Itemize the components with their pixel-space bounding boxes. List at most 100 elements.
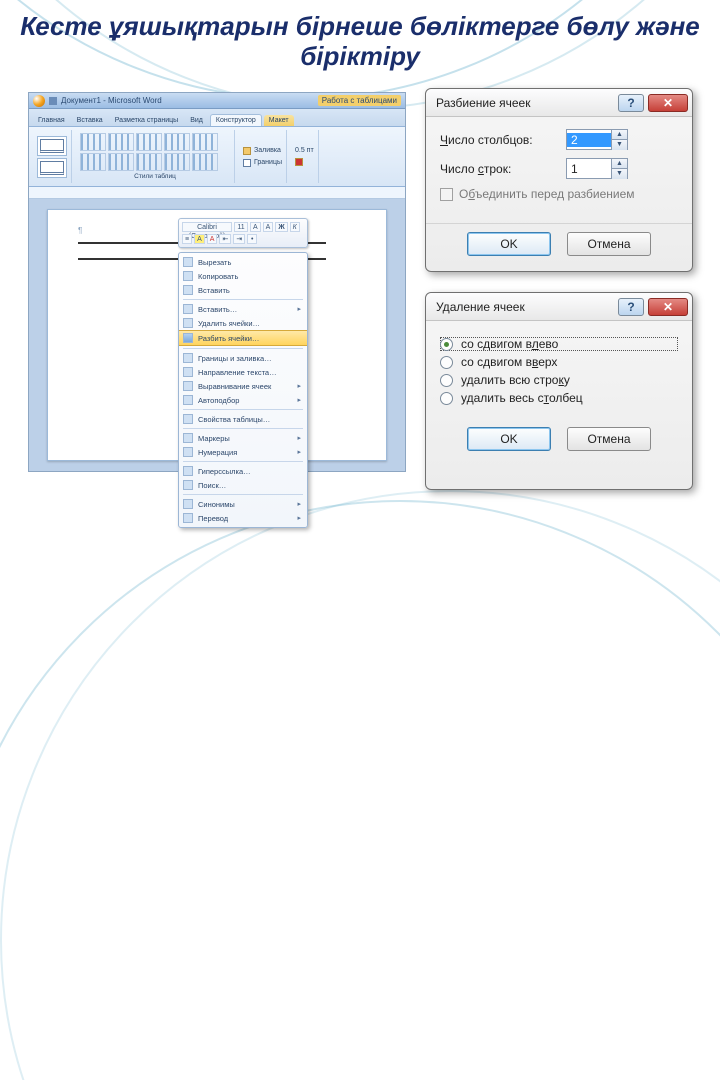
radio-icon[interactable] [440,338,453,351]
menu-cut[interactable]: Вырезать [179,255,307,269]
ribbon-group-table-styles: Стили таблиц [76,130,235,183]
num-columns-value[interactable]: 2 [567,133,611,147]
menu-synonyms[interactable]: Синонимы▸ [179,497,307,511]
mini-fontcolor-icon[interactable]: A [207,234,218,244]
radio-label: со сдвигом влево [461,337,558,351]
menu-table-properties[interactable]: Свойства таблицы… [179,412,307,426]
table-style-option[interactable] [37,158,67,178]
spin-up-icon[interactable]: ▲ [612,130,627,140]
field-num-rows: Число строк: 1 ▲▼ [440,158,678,179]
radio-shift-up[interactable]: со сдвигом вверх [440,355,678,369]
menu-split-cells[interactable]: Разбить ячейки… [179,330,307,346]
tab-view[interactable]: Вид [185,115,208,126]
radio-icon[interactable] [440,374,453,387]
mini-font-name[interactable]: Calibri (Основной) [182,222,232,232]
menu-autofit[interactable]: Автоподбор▸ [179,393,307,407]
borders-icon [183,353,193,363]
mini-italic-icon[interactable]: К [290,222,300,232]
tab-page-layout[interactable]: Разметка страницы [110,115,184,126]
mini-shrink-icon[interactable]: A [263,222,274,232]
ribbon-group-label: Стили таблиц [80,173,230,180]
mini-grow-icon[interactable]: A [250,222,261,232]
mini-indent-inc-icon[interactable]: ⇥ [233,234,245,244]
search-icon [183,480,193,490]
num-rows-spinner[interactable]: 1 ▲▼ [566,158,628,179]
word-titlebar: Документ1 - Microsoft Word Работа с табл… [29,93,405,109]
menu-insert[interactable]: Вставить…▸ [179,302,307,316]
synonyms-icon [183,499,193,509]
field-num-columns: Число столбцов: 2 ▲▼ [440,129,678,150]
num-rows-value[interactable]: 1 [567,162,611,176]
menu-borders-shading[interactable]: Границы и заливка… [179,351,307,365]
radio-delete-row[interactable]: удалить всю строку [440,373,678,387]
mini-align-icon[interactable]: ≡ [182,234,192,244]
menu-cell-alignment[interactable]: Выравнивание ячеек▸ [179,379,307,393]
split-cells-icon [183,333,193,343]
menu-hyperlink[interactable]: Гиперссылка… [179,464,307,478]
translate-icon [183,513,193,523]
ribbon-group-shading-borders: Заливка Границы [239,130,287,183]
menu-paste[interactable]: Вставить [179,283,307,297]
table-styles-gallery[interactable] [80,133,230,171]
num-columns-label: Число столбцов: [440,133,558,147]
radio-icon[interactable] [440,392,453,405]
properties-icon [183,414,193,424]
ok-button[interactable]: OK [467,232,551,256]
close-button[interactable]: ✕ [648,94,688,112]
menu-lookup[interactable]: Поиск… [179,478,307,492]
copy-icon [183,271,193,281]
cancel-button[interactable]: Отмена [567,427,651,451]
mini-bold-icon[interactable]: Ж [275,222,287,232]
text-direction-icon [183,367,193,377]
radio-delete-column[interactable]: удалить весь столбец [440,391,678,405]
menu-delete-cells[interactable]: Удалить ячейки… [179,316,307,330]
menu-copy[interactable]: Копировать [179,269,307,283]
paragraph-mark-icon: ¶ [78,226,82,235]
table-style-option[interactable] [37,136,67,156]
mini-font-size[interactable]: 11 [234,222,248,232]
tab-layout[interactable]: Макет [264,115,294,126]
menu-numbering[interactable]: Нумерация▸ [179,445,307,459]
page[interactable]: ¶ Calibri (Основной) 11 A A Ж К ≡ A A ⇤ … [47,209,387,461]
menu-translate[interactable]: Перевод▸ [179,511,307,525]
pen-width[interactable]: 0.5 пт [295,146,314,155]
context-menu: Вырезать Копировать Вставить Вставить…▸ … [178,252,308,528]
delete-cells-dialog: Удаление ячеек ? ✕ со сдвигом влево со с… [425,292,693,490]
radio-icon[interactable] [440,356,453,369]
dialog-titlebar[interactable]: Разбиение ячеек ? ✕ [426,89,692,117]
tab-insert[interactable]: Вставка [72,115,108,126]
radio-shift-left[interactable]: со сдвигом влево [440,337,678,351]
autofit-icon [183,395,193,405]
mini-highlight-icon[interactable]: A [194,234,205,244]
help-button[interactable]: ? [618,298,644,316]
cancel-button[interactable]: Отмена [567,232,651,256]
office-orb-icon[interactable] [33,95,45,107]
quick-access-toolbar[interactable] [49,97,57,105]
shading-button[interactable]: Заливка [243,146,282,156]
numbering-icon [183,447,193,457]
close-button[interactable]: ✕ [648,298,688,316]
mini-bullets-icon[interactable]: • [247,234,257,244]
word-window: Документ1 - Microsoft Word Работа с табл… [28,92,406,472]
checkbox-icon[interactable] [440,188,453,201]
num-columns-spinner[interactable]: 2 ▲▼ [566,129,628,150]
horizontal-ruler[interactable] [29,187,405,199]
radio-label: удалить всю строку [461,373,570,387]
dialog-title: Удаление ячеек [436,300,614,314]
ok-button[interactable]: OK [467,427,551,451]
pen-color[interactable] [295,157,314,167]
spin-up-icon[interactable]: ▲ [612,159,627,169]
borders-button[interactable]: Границы [243,158,282,168]
ribbon-tabs: Главная Вставка Разметка страницы Вид Ко… [29,109,405,127]
paste-icon [183,285,193,295]
spin-down-icon[interactable]: ▼ [612,140,627,150]
menu-text-direction[interactable]: Направление текста… [179,365,307,379]
tab-home[interactable]: Главная [33,115,70,126]
mini-indent-dec-icon[interactable]: ⇤ [219,234,231,244]
tab-design[interactable]: Конструктор [210,114,262,126]
spin-down-icon[interactable]: ▼ [612,169,627,179]
dialog-titlebar[interactable]: Удаление ячеек ? ✕ [426,293,692,321]
menu-bullets[interactable]: Маркеры▸ [179,431,307,445]
help-button[interactable]: ? [618,94,644,112]
merge-before-split[interactable]: Объединить перед разбиением [440,187,678,201]
